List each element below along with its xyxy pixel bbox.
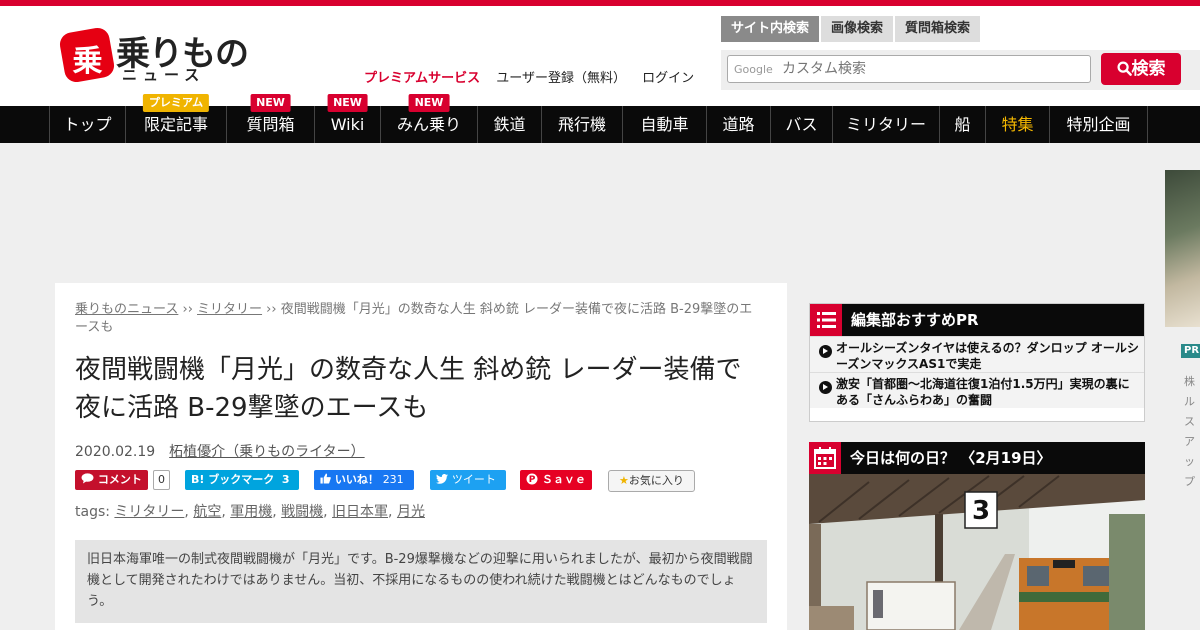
register-link[interactable]: ユーザー登録（無料） [496, 71, 626, 86]
nav-item-military[interactable]: ミリタリー [833, 106, 940, 143]
favorite-button[interactable]: ★お気に入り [608, 470, 695, 492]
right-pr-tag: PR [1181, 344, 1200, 358]
nav-item-qa[interactable]: NEW 質問箱 [227, 94, 315, 143]
pr-item[interactable]: 激安「首都圏～北海道往復1泊付1.5万円」実現の裏にある「さんふらわあ」の奮闘 [810, 372, 1144, 408]
tab-image-search[interactable]: 画像検索 [821, 16, 894, 42]
nav-item-feature[interactable]: 特集 [986, 106, 1050, 143]
hatena-bookmark-button[interactable]: B! ブックマーク 3 [185, 470, 300, 490]
nav-items: トップ プレミアム 限定記事 NEW 質問箱 NEW Wiki NEW みん乗り 鉄道 … [49, 94, 1148, 143]
editor-pr-box: 編集部おすすめPR オールシーズンタイヤは使えるの？ダンロップ オールシーズンマ… [809, 303, 1145, 422]
arrow-circle-icon [819, 381, 832, 394]
premium-badge: プレミアム [142, 94, 210, 112]
nav-item-bus[interactable]: バス [771, 106, 833, 143]
new-badge: NEW [408, 94, 450, 112]
tag-link[interactable]: 月光 [397, 504, 425, 520]
breadcrumb-category[interactable]: ミリタリー [197, 302, 262, 317]
nav-item-special[interactable]: 特別企画 [1050, 106, 1148, 143]
comment-button[interactable]: コメント [75, 470, 148, 490]
tag-link[interactable]: 戦闘機 [281, 504, 323, 520]
nav-item-airplane[interactable]: 飛行機 [542, 106, 623, 143]
right-ad-text[interactable]: 株ルスアップ [1184, 372, 1198, 492]
nav-item-railway[interactable]: 鉄道 [478, 106, 542, 143]
premium-service-link[interactable]: プレミアムサービス [364, 71, 480, 86]
facebook-like-button[interactable]: いいね！ 231 [314, 470, 414, 490]
nav-item-limited[interactable]: プレミアム 限定記事 [126, 94, 227, 143]
nav-item-road[interactable]: 道路 [707, 106, 771, 143]
today-title: 今日は何の日？ 〈2月19日〉 [850, 449, 1052, 467]
editor-pr-header: 編集部おすすめPR [810, 304, 1144, 336]
tag-link[interactable]: 航空 [193, 504, 221, 520]
tab-question-search[interactable]: 質問箱検索 [895, 16, 981, 42]
share-buttons: コメント 0 B! ブックマーク 3 いいね！ 231 ツイート P Ｓａｖｅ … [75, 470, 765, 492]
account-links: プレミアムサービス ユーザー登録（無料） ログイン [364, 67, 706, 86]
hatena-count: 3 [281, 473, 290, 486]
nav-item-top[interactable]: トップ [50, 106, 126, 143]
article-date: 2020.02.19 [75, 444, 156, 460]
logo-sub-text: ニュース [122, 66, 206, 84]
article: 乗りものニュース ›› ミリタリー ›› 夜間戦闘機「月光」の数奇な人生 斜め銃… [55, 283, 787, 630]
thumbs-up-icon [320, 473, 331, 484]
right-ad-image[interactable] [1165, 170, 1200, 327]
list-icon [810, 304, 842, 336]
search-button[interactable]: 検索 [1101, 53, 1181, 85]
article-title: 夜間戦闘機「月光」の数奇な人生 斜め銃 レーダー装備で夜に活路 B-29撃墜のエ… [75, 355, 742, 423]
like-count: 231 [382, 473, 404, 486]
today-box: 今日は何の日？ 〈2月19日〉 3 [809, 442, 1145, 630]
login-link[interactable]: ログイン [642, 71, 694, 86]
search-box: Google [727, 55, 1091, 83]
arrow-circle-icon [819, 345, 832, 358]
pinterest-save-button[interactable]: P Ｓａｖｅ [520, 470, 592, 490]
site-logo[interactable]: 乗 乗りもの ニュース [58, 26, 249, 88]
speech-bubble-icon [81, 473, 94, 484]
svg-text:P: P [529, 475, 536, 485]
calendar-icon [809, 442, 841, 474]
tag-link[interactable]: ミリタリー [114, 504, 184, 520]
tweet-button[interactable]: ツイート [430, 470, 506, 490]
breadcrumb: 乗りものニュース ›› ミリタリー ›› 夜間戦闘機「月光」の数奇な人生 斜め銃… [75, 302, 753, 335]
main-nav: トップ プレミアム 限定記事 NEW 質問箱 NEW Wiki NEW みん乗り 鉄道 … [0, 94, 1200, 143]
search-icon [1116, 61, 1132, 76]
article-lead: 旧日本海軍唯一の制式夜間戦闘機が「月光」です。B-29爆撃機などの迎撃に用いられ… [75, 540, 767, 623]
today-header: 今日は何の日？ 〈2月19日〉 [809, 442, 1145, 474]
comment-count: 0 [153, 470, 170, 490]
new-badge: NEW [250, 94, 291, 112]
article-author[interactable]: 柘植優介（乗りものライター） [169, 444, 364, 460]
editor-pr-title: 編集部おすすめPR [851, 311, 979, 329]
nav-item-wiki[interactable]: NEW Wiki [315, 94, 381, 143]
search-input[interactable] [782, 59, 1082, 79]
search-area: Google 検索 [721, 50, 1200, 90]
nav-item-ship[interactable]: 船 [940, 106, 986, 143]
nav-item-car[interactable]: 自動車 [623, 106, 707, 143]
logo-badge: 乗 [58, 26, 116, 84]
search-tabs: サイト内検索 画像検索 質問箱検索 [721, 16, 982, 42]
twitter-bird-icon [436, 474, 448, 484]
pinterest-icon: P [526, 473, 538, 485]
tab-site-search[interactable]: サイト内検索 [721, 16, 820, 42]
breadcrumb-home[interactable]: 乗りものニュース [75, 302, 178, 317]
svg-text:3: 3 [972, 496, 990, 526]
tag-link[interactable]: 軍用機 [230, 504, 272, 520]
article-meta: 2020.02.19 柘植優介（乗りものライター） [75, 441, 365, 461]
tag-link[interactable]: 旧日本軍 [332, 504, 388, 520]
today-photo[interactable]: 3 [809, 474, 1145, 630]
google-label: Google [734, 63, 773, 76]
article-tags: tags: ミリタリー, 航空, 軍用機, 戦闘機, 旧日本軍, 月光 [75, 504, 425, 520]
pr-item[interactable]: オールシーズンタイヤは使えるの？ダンロップ オールシーズンマックスAS1で実走 [810, 336, 1144, 372]
search-button-label: 検索 [1131, 59, 1166, 79]
new-badge: NEW [327, 94, 368, 112]
pr-list: オールシーズンタイヤは使えるの？ダンロップ オールシーズンマックスAS1で実走 … [810, 336, 1144, 408]
nav-item-minnori[interactable]: NEW みん乗り [381, 94, 478, 143]
star-icon: ★ [619, 474, 629, 487]
site-header: 乗 乗りもの ニュース プレミアムサービス ユーザー登録（無料） ログイン サイ… [0, 6, 1200, 106]
